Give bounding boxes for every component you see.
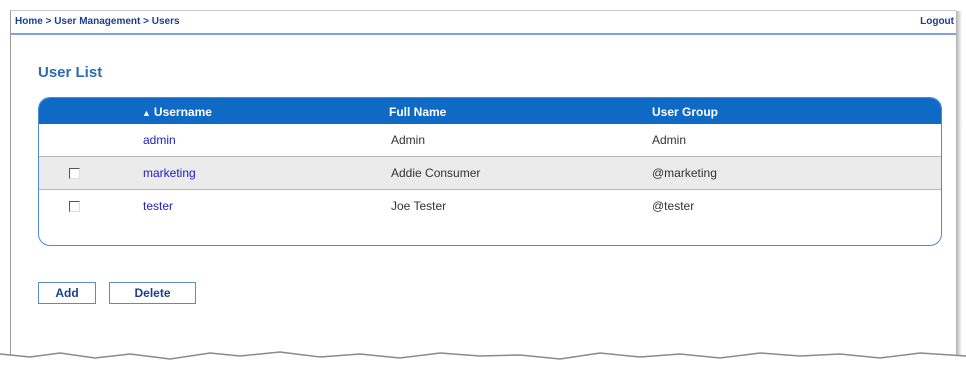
column-header-fullname[interactable]: Full Name (389, 105, 446, 119)
fullname-cell: Admin (391, 133, 426, 147)
user-group-cell: @tester (652, 199, 695, 213)
user-table: ▲ Username Full Name User Group admin Adm… (38, 97, 942, 246)
breadcrumb-user-management[interactable]: User Management (54, 16, 140, 27)
username-link[interactable]: admin (143, 133, 176, 147)
breadcrumb-separator: > (42, 16, 55, 27)
username-link[interactable]: marketing (143, 166, 196, 180)
column-header-username-label: Username (153, 105, 212, 119)
fullname-cell: Joe Tester (391, 199, 447, 213)
page-title: User List (38, 64, 103, 81)
table-header: ▲ Username Full Name User Group (39, 98, 941, 124)
breadcrumb-separator: > (140, 16, 152, 27)
table-row: admin Admin Admin (39, 124, 941, 157)
add-button[interactable]: Add (38, 282, 96, 304)
column-header-username[interactable]: ▲ Username (142, 105, 212, 119)
page-frame: Home > User Management > Users Logout Us… (10, 10, 962, 363)
table-row: marketing Addie Consumer @marketing (39, 157, 941, 190)
row-select-checkbox[interactable] (69, 201, 80, 212)
user-group-cell: Admin (652, 133, 687, 147)
username-link[interactable]: tester (143, 199, 173, 213)
table-row: tester Joe Tester @tester (39, 190, 941, 222)
top-bar: Home > User Management > Users Logout (11, 11, 956, 35)
breadcrumb-current: Users (151, 16, 180, 27)
sort-ascending-icon: ▲ (142, 108, 151, 118)
breadcrumb-home[interactable]: Home (15, 16, 43, 27)
breadcrumb: Home > User Management > Users (15, 16, 180, 27)
delete-button[interactable]: Delete (109, 282, 196, 304)
torn-edge-decoration (0, 351, 966, 368)
fullname-cell: Addie Consumer (391, 166, 481, 180)
user-group-cell: @marketing (652, 166, 717, 180)
logout-link[interactable]: Logout (920, 16, 954, 27)
row-select-checkbox[interactable] (69, 168, 80, 179)
column-header-user-group[interactable]: User Group (652, 105, 718, 119)
